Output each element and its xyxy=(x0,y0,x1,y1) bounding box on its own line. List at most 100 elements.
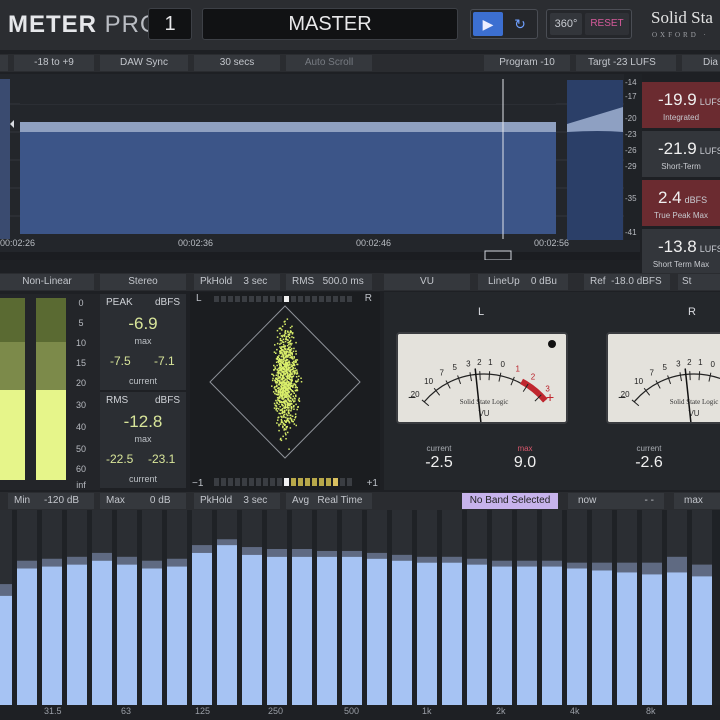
spectrum-band-bar[interactable] xyxy=(342,556,362,705)
spectrum-band-bar[interactable] xyxy=(42,566,62,705)
spectrum-band-bar[interactable] xyxy=(642,574,662,705)
loudness-readout-integrated[interactable]: -19.9 LUFS Integrated xyxy=(642,82,720,128)
vectorscope-point xyxy=(290,419,293,422)
spectrum-band-bar[interactable] xyxy=(317,556,337,705)
reference-dropdown[interactable]: Ref -18.0 dBFS xyxy=(584,274,670,290)
spectrum-band-bar[interactable] xyxy=(142,568,162,706)
scale-mode-dropdown[interactable]: Non-Linear xyxy=(0,274,94,290)
spectrum-avg-dropdown[interactable]: Avg Real Time xyxy=(286,493,372,509)
st-dropdown[interactable]: St xyxy=(678,274,720,290)
vectorscope-point xyxy=(285,381,288,383)
spectrum-band-bar[interactable] xyxy=(167,566,187,705)
spectrum-band-bar[interactable] xyxy=(667,572,687,705)
max-readout[interactable]: max xyxy=(674,493,720,509)
spectrum-band-bar[interactable] xyxy=(292,556,312,705)
rms-window-dropdown[interactable]: RMS 500.0 ms xyxy=(286,274,372,290)
spectrum-band-bar[interactable] xyxy=(117,564,137,705)
loudness-readout-true-peak-max[interactable]: 2.4 dBFS True Peak Max xyxy=(642,180,720,226)
spectrum-min-dropdown[interactable]: Min -120 dB xyxy=(8,493,94,509)
spectrum-band-bar[interactable] xyxy=(542,566,562,705)
spectrum-band-bar[interactable] xyxy=(17,568,37,706)
loudness-readout-short-term[interactable]: -21.9 LUFS Short-Term xyxy=(642,131,720,177)
correlation-segment xyxy=(256,296,261,302)
loudness-unit: LUFS xyxy=(699,244,720,254)
vectorscope-point xyxy=(277,372,280,375)
loudness-history-graph[interactable]: 00:02:26 00:02:36 00:02:46 00:02:56 xyxy=(0,74,640,260)
history-scrollbar[interactable] xyxy=(0,252,640,260)
ppm-left-upper xyxy=(0,298,25,342)
range-dropdown[interactable]: -18 to +9 xyxy=(14,55,94,71)
loudness-unit: LUFS xyxy=(699,146,720,156)
spectrum-max-dropdown[interactable]: Max 0 dB xyxy=(100,493,186,509)
correlation-segment xyxy=(235,296,240,302)
view-360-button[interactable]: 360° xyxy=(550,13,582,35)
spectrum-band-bar[interactable] xyxy=(442,562,462,705)
spectrum-band-bar[interactable] xyxy=(567,568,587,706)
peak-hold-dropdown[interactable]: PkHold 3 sec xyxy=(194,274,280,290)
spectrum-hold-dropdown[interactable]: PkHold 3 sec xyxy=(194,493,280,509)
program-dropdown[interactable]: Program -10 xyxy=(484,55,570,71)
spectrum-band-bar[interactable] xyxy=(367,558,387,705)
reset-button[interactable]: RESET xyxy=(585,13,629,35)
spectrum-band-bar[interactable] xyxy=(692,576,712,705)
spectrum-band-bar[interactable] xyxy=(617,572,637,705)
play-icon[interactable]: ▶ xyxy=(473,12,503,36)
spectrum-band-bar[interactable] xyxy=(492,566,512,705)
loop-icon[interactable]: ↻ xyxy=(505,12,535,36)
vu-scale-label: 3 xyxy=(676,359,681,368)
loudness-readouts: -19.9 LUFS Integrated -21.9 LUFS Short-Term 2.… xyxy=(642,74,720,275)
short-term-band xyxy=(20,122,556,132)
now-readout[interactable]: now - - xyxy=(568,493,664,509)
stereo-dropdown[interactable]: Stereo xyxy=(100,274,186,290)
vectorscope-point xyxy=(282,356,285,358)
vectorscope-point xyxy=(280,391,282,394)
phase-segment xyxy=(347,478,352,486)
vu-mode-dropdown[interactable]: VU xyxy=(384,274,470,290)
vectorscope-point xyxy=(295,350,297,352)
spectrum-analyzer[interactable] xyxy=(0,510,720,705)
vectorscope-point xyxy=(285,421,287,423)
spectrum-band-bar[interactable] xyxy=(67,564,87,705)
spectrum-band-bar[interactable] xyxy=(267,556,287,705)
spectrum-band-bar[interactable] xyxy=(217,545,237,705)
spectrum-band-bar[interactable] xyxy=(0,595,12,705)
sync-dropdown[interactable]: DAW Sync xyxy=(100,55,188,71)
vectorscope-point xyxy=(291,355,293,358)
vectorscope-point xyxy=(294,413,297,415)
spectrum-band-bar[interactable] xyxy=(392,560,412,705)
vu-peak-led xyxy=(548,340,556,348)
vectorscope-point xyxy=(287,377,289,380)
vectorscope-point xyxy=(285,338,287,340)
vectorscope-point xyxy=(285,426,288,428)
frequency-label: 4k xyxy=(570,706,580,716)
lineup-dropdown[interactable]: LineUp 0 dBu xyxy=(478,274,568,290)
vectorscope-point xyxy=(295,403,297,406)
vectorscope-point xyxy=(289,384,291,386)
frequency-label: 1k xyxy=(422,706,432,716)
dial-dropdown[interactable]: Dia xyxy=(682,55,720,71)
spectrum-band-bar[interactable] xyxy=(467,564,487,705)
vectorscope-point xyxy=(286,345,289,347)
vectorscope-point xyxy=(285,387,288,390)
ppm-scale-label: 0 xyxy=(78,298,84,308)
spectrum-band-bar[interactable] xyxy=(417,562,437,705)
spectrum-band-bar[interactable] xyxy=(592,570,612,705)
vu-right-channel: R xyxy=(688,306,696,318)
vectorscope-point xyxy=(297,378,300,381)
loudness-scale-label: -26 xyxy=(625,146,637,155)
track-number-field[interactable]: 1 xyxy=(148,8,192,40)
loudness-readout-short-term-max[interactable]: -13.8 LUFS Short Term Max xyxy=(642,229,720,275)
track-name-field[interactable]: MASTER xyxy=(202,8,458,40)
band-selection[interactable]: No Band Selected xyxy=(462,493,558,509)
spectrum-band-bar[interactable] xyxy=(517,566,537,705)
autoscroll-toggle[interactable]: Auto Scroll xyxy=(286,55,372,71)
vectorscope-point xyxy=(285,335,288,338)
target-dropdown[interactable]: Targt -23 LUFS xyxy=(576,55,676,71)
spectrum-band-bar[interactable] xyxy=(242,554,262,705)
phase-segment xyxy=(277,478,282,486)
spectrum-peak-hold xyxy=(617,562,637,573)
window-dropdown[interactable]: 30 secs xyxy=(194,55,280,71)
spectrum-band-bar[interactable] xyxy=(92,560,112,705)
spectrum-band-bar[interactable] xyxy=(192,552,212,705)
vectorscope-point xyxy=(283,416,285,418)
